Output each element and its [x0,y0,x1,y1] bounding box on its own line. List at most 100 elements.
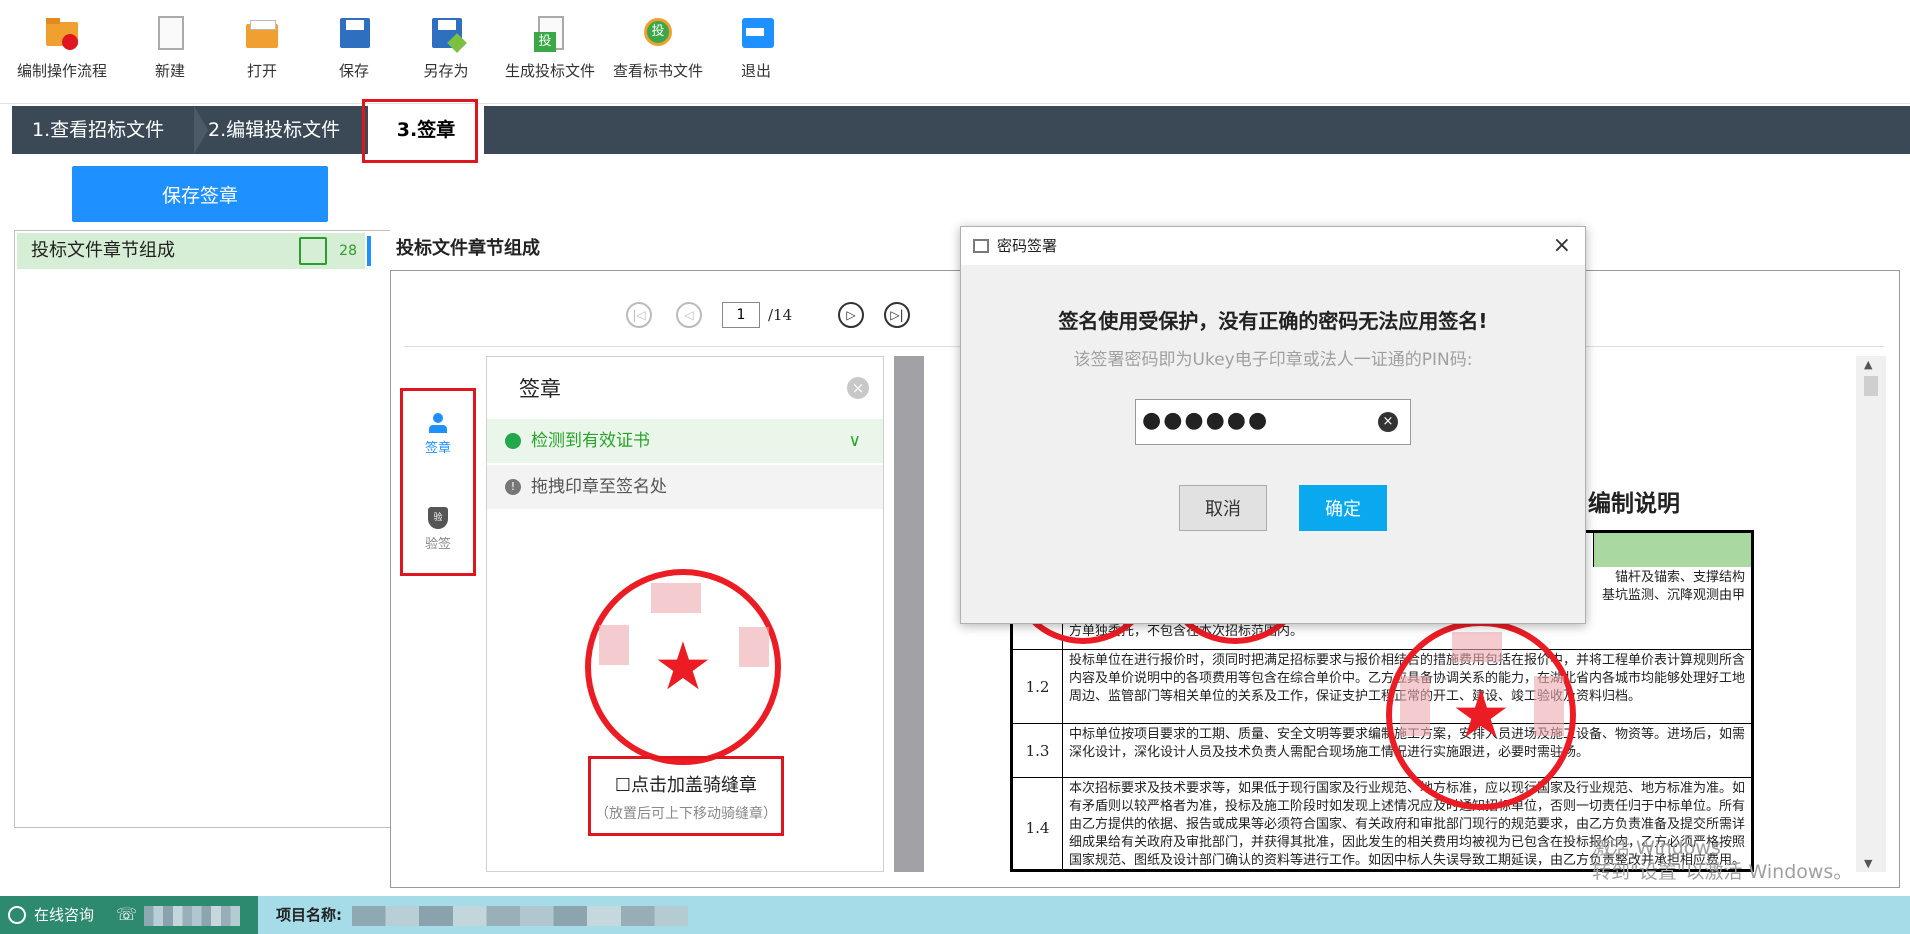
row-note: 方单独委托，不包含在本次招标范围内。 [1069,624,1304,639]
info-icon: ! [505,479,521,495]
step-edit-bid[interactable]: 2.编辑投标文件 [208,106,382,154]
row-number: 1.2 [1013,650,1063,723]
seal-text-mosaic [651,583,701,613]
row-number: 1.3 [1013,724,1063,777]
password-value: ●●●●●● [1142,408,1270,433]
clear-icon[interactable]: × [1378,412,1398,432]
seal-stamp[interactable]: ★ [585,569,781,765]
highlight-rail [400,388,476,576]
drag-hint: ! 拖拽印章至签名处 [487,465,883,509]
cert-status-label: 检测到有效证书 [531,431,650,451]
scroll-down-icon[interactable]: ▼ [1864,857,1872,870]
new-file-icon [150,14,190,54]
dialog-subtitle: 该签署密码即为Ukey电子印章或法人一证通的PIN码: [1073,350,1473,370]
consult-area: 在线咨询 ☏ [0,896,258,934]
new-label: 新建 [154,62,185,80]
section-title: 投标文件章节组成 [396,238,540,259]
dialog-title: 密码签署 [997,237,1058,255]
edit-flow-label: 编制操作流程 [16,62,107,80]
open-label: 打开 [246,62,277,80]
watermark-line2: 转到"设置"以激活 Windows。 [1592,861,1853,883]
chevron-down-icon: ∨ [848,431,861,451]
chapter-tree: 投标文件章节组成 28 [14,230,390,828]
project-name-label: 项目名称: [276,906,342,924]
watermark-line1: 激活 Windows [1592,837,1721,859]
star-icon: ★ [1451,676,1511,753]
window-icon [973,239,989,253]
first-page-icon[interactable]: |◁ [626,302,652,328]
view-badge: 投 [644,18,672,46]
exit-button[interactable]: 退出 [738,14,774,94]
view-bid-icon: 投 [638,14,678,54]
step-edit-bid-label: 2.编辑投标文件 [208,119,341,141]
confirm-button[interactable]: 确定 [1299,485,1387,531]
doc-heading: 编制说明 [1588,491,1680,517]
table-row: 1.2 投标单位在进行报价时，须同时把满足招标要求与报价相结合的措施费用包括在报… [1013,649,1751,723]
step-bar: 1.查看招标文件 2.编辑投标文件 3.签章 [12,106,1910,154]
table-row: 1.3 中标单位按项目要求的工期、质量、安全文明等要求编制施工方案，安排人员进场… [1013,723,1751,777]
toolbar: 编制操作流程 新建 打开 保存 另存为 投 生成投标文件 投 查看标书文件 退出 [0,0,1910,104]
star-icon: ★ [653,628,713,705]
cancel-button[interactable]: 取消 [1179,485,1267,531]
generate-bid-button[interactable]: 投 生成投标文件 [504,14,596,94]
windows-activation-watermark: 激活 Windows 转到"设置"以激活 Windows。 [1592,836,1852,884]
row-number: 1.4 [1013,778,1063,869]
save-as-disk-icon [426,14,467,54]
table-header-cell [1593,533,1751,567]
close-icon[interactable]: × [847,377,869,399]
scroll-thumb[interactable] [1864,376,1878,396]
seal-text-mosaic [1452,632,1502,662]
page-input[interactable] [722,302,760,328]
selection-bar [367,236,371,266]
stamp-panel-title: 签章 [519,377,561,401]
generate-bid-icon: 投 [530,14,570,54]
ride-seal-option[interactable]: ☐点击加盖骑缝章 （放置后可上下移动骑缝章） [588,756,784,836]
tree-item-label: 投标文件章节组成 [31,240,175,261]
bid-badge: 投 [534,32,556,52]
cert-status[interactable]: 检测到有效证书 ∨ [487,419,883,463]
chat-icon [8,906,26,924]
open-folder-icon [242,14,282,54]
prev-page-icon[interactable]: ◁ [676,302,702,328]
close-icon[interactable]: × [1553,227,1571,265]
page-total: /14 [768,306,793,324]
dialog-heading: 签名使用受保护，没有正确的密码无法应用签名! [1058,309,1488,333]
exit-icon [738,14,778,54]
save-button[interactable]: 保存 [332,14,376,94]
generate-bid-label: 生成投标文件 [504,62,595,80]
save-signature-button[interactable]: 保存签章 [72,166,328,222]
chevron-right-icon [194,106,208,154]
new-button[interactable]: 新建 [148,14,192,94]
scroll-up-icon[interactable]: ▲ [1864,358,1872,371]
ride-seal-label: ☐点击加盖骑缝章 [614,775,758,796]
step-view-tender-label: 1.查看招标文件 [32,119,165,141]
tree-item-count: 28 [339,243,357,259]
seal-text-mosaic [599,625,629,665]
password-input[interactable]: ●●●●●● × [1135,399,1411,445]
phone-icon: ☏ [116,905,138,925]
seal-text-mosaic [739,627,769,667]
edit-flow-button[interactable]: 编制操作流程 [14,14,110,94]
open-button[interactable]: 打开 [240,14,284,94]
vertical-scrollbar[interactable]: ▲ ▼ [1856,356,1886,872]
drag-hint-label: 拖拽印章至签名处 [531,477,667,497]
check-circle-icon [505,433,521,449]
password-dialog: 密码签署 × 签名使用受保护，没有正确的密码无法应用签名! 该签署密码即为Uke… [960,226,1586,624]
dialog-titlebar: 密码签署 × [961,227,1585,265]
save-as-button[interactable]: 另存为 [420,14,472,94]
seal-text-mosaic [1400,676,1430,736]
tree-item-chapters[interactable]: 投标文件章节组成 28 [17,233,371,269]
highlight-step-sign [362,99,478,163]
view-bid-button[interactable]: 投 查看标书文件 [612,14,704,94]
placed-seal-stamp[interactable]: ★ [1386,620,1576,810]
last-page-icon[interactable]: ▷| [884,302,910,328]
document-icon [299,237,327,265]
online-consult-link[interactable]: 在线咨询 [34,896,94,934]
flow-folder-icon [42,14,82,54]
save-as-label: 另存为 [423,62,469,80]
status-bar: 在线咨询 ☏ 项目名称: [0,896,1910,934]
save-label: 保存 [338,62,369,80]
step-view-tender[interactable]: 1.查看招标文件 [32,106,208,154]
exit-label: 退出 [740,62,771,80]
next-page-icon[interactable]: ▷ [838,302,864,328]
